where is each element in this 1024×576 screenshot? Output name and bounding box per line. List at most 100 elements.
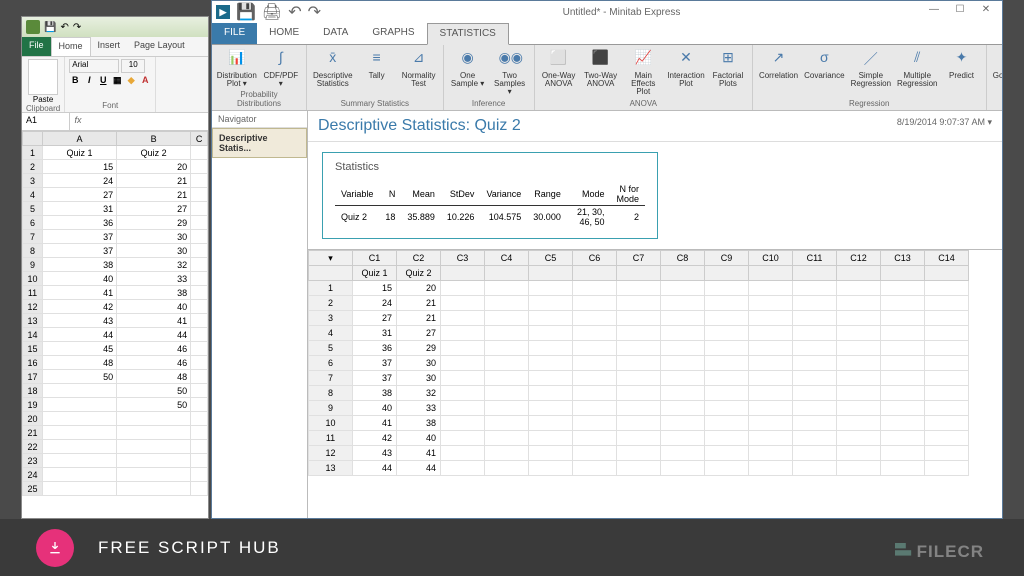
cell[interactable] (191, 384, 208, 398)
cell[interactable]: 37 (353, 371, 397, 386)
data-col-header[interactable]: C13 (881, 251, 925, 266)
cell[interactable] (661, 371, 705, 386)
cell[interactable] (793, 281, 837, 296)
cell[interactable] (441, 446, 485, 461)
cell[interactable] (573, 281, 617, 296)
cell[interactable]: 27 (43, 188, 117, 202)
col-header[interactable]: A (43, 132, 117, 146)
cell[interactable] (117, 426, 191, 440)
cell[interactable] (925, 446, 969, 461)
dropdown-cell[interactable]: ▾ (309, 251, 353, 266)
cell[interactable] (705, 296, 749, 311)
row-header[interactable]: 2 (309, 296, 353, 311)
cell[interactable]: 30 (117, 244, 191, 258)
cell[interactable] (441, 461, 485, 476)
cell[interactable] (881, 281, 925, 296)
cell[interactable] (191, 412, 208, 426)
cell[interactable] (925, 296, 969, 311)
cell[interactable] (925, 326, 969, 341)
cell[interactable] (837, 416, 881, 431)
row-header[interactable]: 22 (23, 440, 43, 454)
row-header[interactable]: 13 (309, 461, 353, 476)
cell[interactable] (43, 384, 117, 398)
cell[interactable] (793, 446, 837, 461)
cell[interactable] (617, 281, 661, 296)
cell[interactable] (793, 461, 837, 476)
row-header[interactable]: 10 (309, 416, 353, 431)
save-icon[interactable]: 💾 (236, 2, 256, 22)
cell[interactable] (573, 431, 617, 446)
data-col-header[interactable]: C4 (485, 251, 529, 266)
cell[interactable] (43, 426, 117, 440)
cell[interactable] (705, 431, 749, 446)
row-header[interactable]: 20 (23, 412, 43, 426)
row-header[interactable]: 6 (309, 356, 353, 371)
cell[interactable] (617, 311, 661, 326)
cell[interactable] (705, 356, 749, 371)
data-col-header[interactable]: C3 (441, 251, 485, 266)
cell[interactable] (705, 281, 749, 296)
cell[interactable] (749, 416, 793, 431)
font-size-select[interactable]: 10 (121, 59, 145, 73)
row-header[interactable]: 3 (309, 311, 353, 326)
cell[interactable]: 27 (117, 202, 191, 216)
cell[interactable] (925, 281, 969, 296)
cell[interactable]: 44 (353, 461, 397, 476)
row-header[interactable]: 12 (23, 300, 43, 314)
underline-button[interactable]: U (97, 75, 109, 87)
dropdown-icon[interactable]: ▾ (987, 117, 992, 127)
cell[interactable] (573, 296, 617, 311)
cell[interactable] (881, 446, 925, 461)
cell[interactable] (191, 426, 208, 440)
cell[interactable] (117, 482, 191, 496)
data-var-name[interactable]: Quiz 2 (397, 266, 441, 281)
cell[interactable] (925, 386, 969, 401)
cell[interactable] (191, 258, 208, 272)
cell[interactable] (573, 446, 617, 461)
italic-button[interactable]: I (83, 75, 95, 87)
cell[interactable] (617, 296, 661, 311)
row-header[interactable]: 23 (23, 454, 43, 468)
cell[interactable]: 44 (397, 461, 441, 476)
cell[interactable] (485, 326, 529, 341)
cell[interactable] (573, 461, 617, 476)
cell[interactable] (485, 281, 529, 296)
data-col-header[interactable]: C6 (573, 251, 617, 266)
cell[interactable] (529, 446, 573, 461)
border-button[interactable]: ▦ (111, 75, 123, 87)
cell[interactable] (485, 371, 529, 386)
cell[interactable]: 38 (397, 416, 441, 431)
cell[interactable] (617, 446, 661, 461)
data-col-header[interactable]: C9 (705, 251, 749, 266)
row-header[interactable]: 16 (23, 356, 43, 370)
ribbon-button[interactable]: ⫽MultipleRegression (897, 49, 937, 88)
cell[interactable] (117, 454, 191, 468)
cell[interactable] (793, 401, 837, 416)
cell[interactable] (617, 461, 661, 476)
row-header[interactable]: 15 (23, 342, 43, 356)
cell[interactable] (441, 281, 485, 296)
row-header[interactable]: 5 (23, 202, 43, 216)
cell[interactable] (191, 188, 208, 202)
cell[interactable] (661, 356, 705, 371)
row-header[interactable]: 7 (23, 230, 43, 244)
cell[interactable] (529, 386, 573, 401)
cell[interactable] (617, 431, 661, 446)
row-header[interactable]: 11 (309, 431, 353, 446)
name-box[interactable]: A1 (22, 113, 70, 130)
cell[interactable]: 30 (117, 230, 191, 244)
cell[interactable]: 36 (43, 216, 117, 230)
cell[interactable] (573, 371, 617, 386)
cell[interactable] (661, 311, 705, 326)
cell[interactable]: 31 (353, 326, 397, 341)
row-header[interactable]: 4 (23, 188, 43, 202)
cell[interactable] (705, 416, 749, 431)
cell[interactable]: 27 (397, 326, 441, 341)
cell[interactable]: 29 (397, 341, 441, 356)
cell[interactable] (661, 341, 705, 356)
cell[interactable]: 21 (397, 311, 441, 326)
cell[interactable] (837, 371, 881, 386)
cell[interactable]: 41 (43, 286, 117, 300)
download-button[interactable] (36, 529, 74, 567)
cell[interactable]: 15 (353, 281, 397, 296)
